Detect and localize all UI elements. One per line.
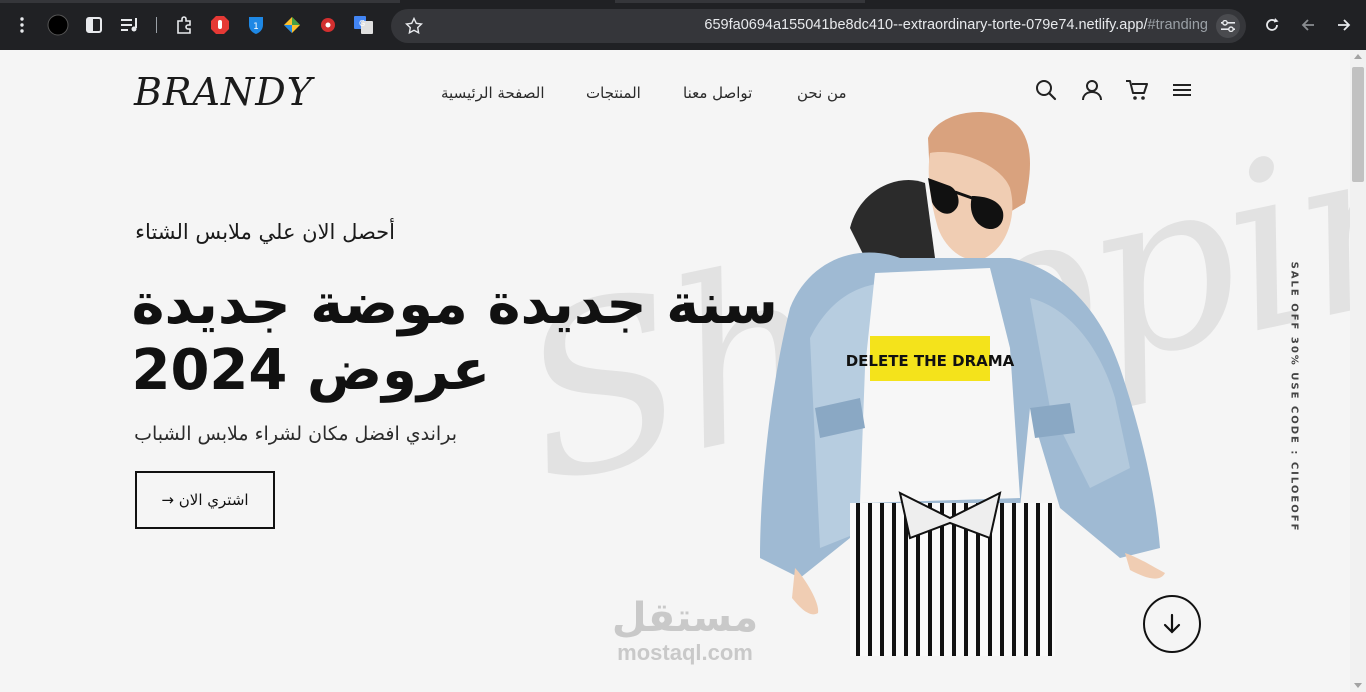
tab-strip-edge: [0, 0, 400, 3]
bitwarden-extension-icon[interactable]: 1: [245, 14, 267, 36]
hamburger-menu-icon[interactable]: [1170, 78, 1194, 102]
url-main: 659fa0694a155041be8dc410--extraordinary-…: [704, 17, 1148, 33]
arrow-right-icon: →: [161, 491, 174, 509]
tshirt-print-text: DELETE THE DRAMA: [846, 352, 1015, 370]
colorful-extension-icon[interactable]: [281, 14, 303, 36]
striped-pants: [850, 491, 1055, 656]
hero-headline-line-1: سنة جديدة موضة جديدة: [131, 272, 778, 337]
web-page: Shopping BRANDY الصفحة الرئيسية المنتجات…: [0, 50, 1350, 692]
shop-now-label: اشتري الان: [178, 491, 249, 509]
profile-circle-icon[interactable]: [47, 14, 69, 36]
site-settings-icon[interactable]: [1216, 14, 1240, 38]
reload-icon[interactable]: [1261, 14, 1283, 36]
media-queue-icon[interactable]: [119, 14, 141, 36]
nav-link-about[interactable]: من نحن: [797, 84, 847, 102]
arrow-down-icon: [1163, 613, 1181, 634]
nav-link-products[interactable]: المنتجات: [586, 84, 641, 102]
hero-description: براندي افضل مكان لشراء ملابس الشباب: [134, 423, 457, 445]
sale-promo-code: SALE OFF 30% USE CODE : CILOEOFF: [1288, 261, 1300, 533]
hero-headline: سنة جديدة موضة جديدة عروض 2024: [131, 272, 778, 404]
extensions-icon[interactable]: [173, 14, 195, 36]
nav-link-home[interactable]: الصفحة الرئيسية: [441, 84, 545, 102]
search-icon[interactable]: [1034, 78, 1058, 102]
page-scrollbar[interactable]: [1350, 50, 1366, 692]
shop-now-button[interactable]: اشتري الان →: [135, 471, 275, 529]
forward-icon[interactable]: [1333, 14, 1355, 36]
hero-subtitle: أحصل الان علي ملابس الشتاء: [135, 220, 395, 244]
brand-logo[interactable]: BRANDY: [134, 70, 313, 114]
user-icon[interactable]: [1080, 78, 1104, 102]
mostaql-watermark-arabic: مستقل: [611, 595, 759, 641]
nav-link-contact[interactable]: تواصل معنا: [683, 84, 752, 102]
adblock-extension-icon[interactable]: [209, 14, 231, 36]
red-extension-icon[interactable]: [317, 14, 339, 36]
scroll-up-arrow-icon[interactable]: [1354, 54, 1362, 59]
menu-dots-icon[interactable]: [11, 14, 33, 36]
scrollbar-thumb[interactable]: [1352, 67, 1364, 182]
cart-icon[interactable]: [1125, 78, 1149, 102]
svg-text:1: 1: [253, 22, 259, 32]
hero-headline-line-2: عروض 2024: [131, 338, 491, 403]
mostaql-watermark-latin: mostaql.com: [617, 640, 753, 665]
translate-extension-icon[interactable]: G: [353, 14, 375, 36]
scroll-down-button[interactable]: [1143, 595, 1201, 653]
url-text[interactable]: 659fa0694a155041be8dc410--extraordinary-…: [704, 17, 1208, 33]
bookmark-star-icon[interactable]: [404, 16, 424, 39]
tab-strip-edge: [615, 0, 865, 3]
toolbar-divider: [156, 17, 157, 33]
scroll-down-arrow-icon[interactable]: [1354, 683, 1362, 688]
hero-model-image: DELETE THE DRAMA: [760, 111, 1165, 656]
back-icon[interactable]: [1297, 14, 1319, 36]
address-bar[interactable]: 659fa0694a155041be8dc410--extraordinary-…: [391, 9, 1246, 43]
sidebar-icon[interactable]: [83, 14, 105, 36]
mostaql-watermark: مستقل mostaql.com: [600, 595, 770, 665]
browser-toolbar: 1 G 659fa0694a155041be8dc410--extraordin…: [0, 0, 1366, 50]
url-fragment: #tranding: [1147, 17, 1208, 33]
svg-text:G: G: [359, 19, 365, 28]
